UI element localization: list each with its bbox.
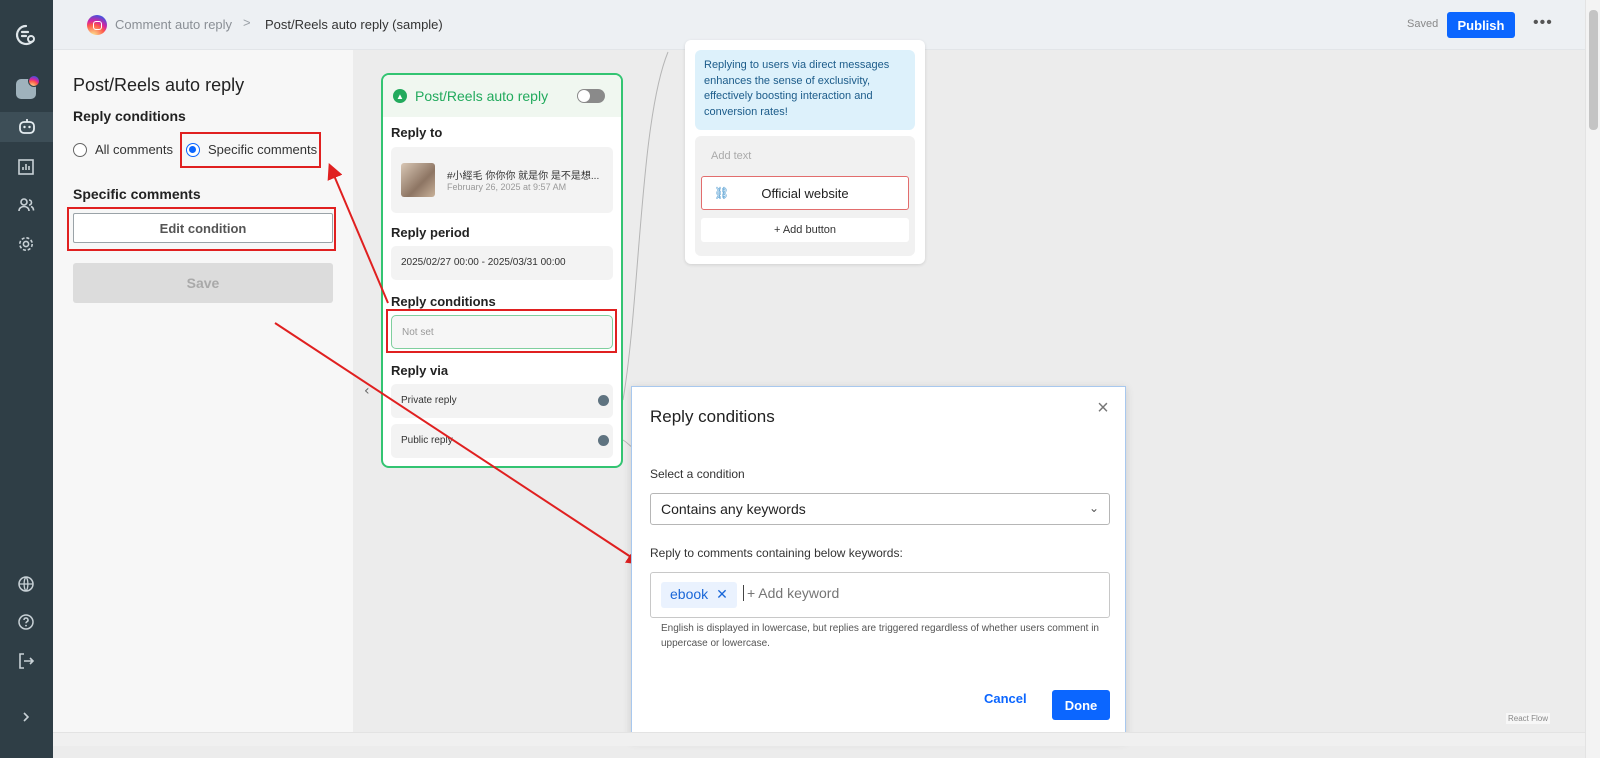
post-caption: #小經毛 你你你 就是你 是不是想... — [447, 171, 600, 182]
analytics-icon[interactable] — [11, 152, 41, 182]
panel-title: Post/Reels auto reply — [73, 75, 245, 95]
reply-to-label: Reply to — [391, 125, 443, 140]
official-website-button[interactable]: ⛓ Official website — [701, 176, 909, 210]
highlight-reply-conditions — [386, 309, 617, 353]
message-bubble: Replying to users via direct messages en… — [695, 50, 915, 130]
private-reply-option[interactable]: Private reply — [391, 384, 613, 418]
radio-circle[interactable] — [73, 142, 87, 157]
private-reply-label: Private reply — [401, 395, 457, 406]
add-text-placeholder[interactable]: Add text — [711, 150, 751, 162]
keywords-label: Reply to comments containing below keywo… — [650, 546, 903, 560]
save-status: Saved — [1407, 18, 1439, 30]
connection-port-icon[interactable] — [598, 435, 609, 446]
more-options-icon[interactable]: ••• — [1533, 14, 1553, 32]
reply-via-label: Reply via — [391, 363, 449, 378]
public-reply-label: Public reply — [401, 435, 453, 446]
enable-toggle[interactable] — [577, 89, 605, 103]
react-flow-attribution[interactable]: React Flow — [1506, 713, 1551, 724]
official-website-label: Official website — [761, 185, 849, 201]
breadcrumb-parent[interactable]: Comment auto reply — [115, 17, 232, 32]
connection-port-icon[interactable] — [598, 395, 609, 406]
horizontal-scrollbar[interactable] — [53, 732, 1585, 746]
add-button[interactable]: + Add button — [701, 218, 909, 242]
post-date: February 26, 2025 at 9:57 AM — [447, 182, 567, 192]
highlight-edit-condition — [67, 207, 336, 251]
dialog-title: Reply conditions — [650, 407, 775, 426]
chevron-down-icon: ⌄ — [1088, 501, 1099, 515]
condition-select-value: Contains any keywords — [661, 501, 806, 517]
keyword-tag-label: ebook — [670, 586, 709, 602]
public-reply-option[interactable]: Public reply — [391, 424, 613, 458]
reply-conditions-label: Reply conditions — [391, 294, 496, 309]
instagram-icon — [87, 15, 107, 35]
reply-conditions-heading: Reply conditions — [73, 108, 186, 124]
reply-conditions-dialog: Reply conditions × Select a condition Co… — [631, 386, 1126, 740]
settings-icon[interactable] — [11, 229, 41, 259]
specific-comments-heading: Specific comments — [73, 186, 201, 202]
cancel-button[interactable]: Cancel — [984, 691, 1027, 706]
logout-icon[interactable] — [11, 646, 41, 676]
condition-select[interactable]: Contains any keywords ⌄ — [650, 493, 1110, 525]
keyword-tag: ebook ✕ — [661, 582, 737, 608]
flow-node-card[interactable]: ▲ Post/Reels auto reply Reply to #小經毛 你你… — [381, 73, 623, 468]
select-condition-label: Select a condition — [650, 467, 745, 481]
radio-all-comments[interactable]: All comments — [73, 142, 173, 157]
radio-all-label: All comments — [95, 142, 174, 157]
app-logo-icon[interactable] — [11, 20, 41, 50]
done-button[interactable]: Done — [1052, 690, 1110, 720]
breadcrumb-current: Post/Reels auto reply (sample) — [265, 17, 443, 32]
message-node-card[interactable]: Replying to users via direct messages en… — [685, 40, 925, 264]
help-icon[interactable] — [11, 607, 41, 637]
reply-period-value[interactable]: 2025/02/27 00:00 - 2025/03/31 00:00 — [391, 246, 613, 280]
keywords-input-box[interactable]: ebook ✕ — [650, 572, 1110, 618]
link-icon: ⛓ — [714, 186, 730, 200]
expand-chevron-icon[interactable] — [11, 702, 41, 732]
scrollbar-thumb[interactable] — [1589, 10, 1598, 130]
selected-post[interactable]: #小經毛 你你你 就是你 是不是想... February 26, 2025 a… — [391, 147, 613, 213]
bot-icon[interactable] — [0, 112, 53, 142]
add-keyword-input[interactable] — [743, 585, 1043, 601]
vertical-scrollbar[interactable] — [1585, 0, 1600, 758]
card-header: ▲ Post/Reels auto reply — [383, 75, 621, 117]
close-icon[interactable]: × — [1093, 398, 1113, 419]
reply-period-label: Reply period — [391, 225, 470, 240]
remove-keyword-icon[interactable]: ✕ — [716, 586, 728, 602]
publish-button[interactable]: Publish — [1447, 12, 1515, 38]
left-rail — [0, 0, 53, 758]
card-title: Post/Reels auto reply — [415, 88, 549, 104]
node-type-icon: ▲ — [393, 89, 407, 103]
contacts-icon[interactable] — [11, 190, 41, 220]
post-thumbnail — [401, 163, 435, 197]
instagram-channel-icon[interactable] — [11, 74, 41, 104]
highlight-specific-comments — [180, 132, 321, 168]
breadcrumb-chevron-icon: > — [243, 15, 251, 30]
globe-icon[interactable] — [11, 569, 41, 599]
save-button[interactable]: Save — [73, 263, 333, 303]
case-hint: English is displayed in lowercase, but r… — [661, 623, 1099, 649]
message-editor: Add text ⛓ Official website + Add button — [695, 136, 915, 256]
